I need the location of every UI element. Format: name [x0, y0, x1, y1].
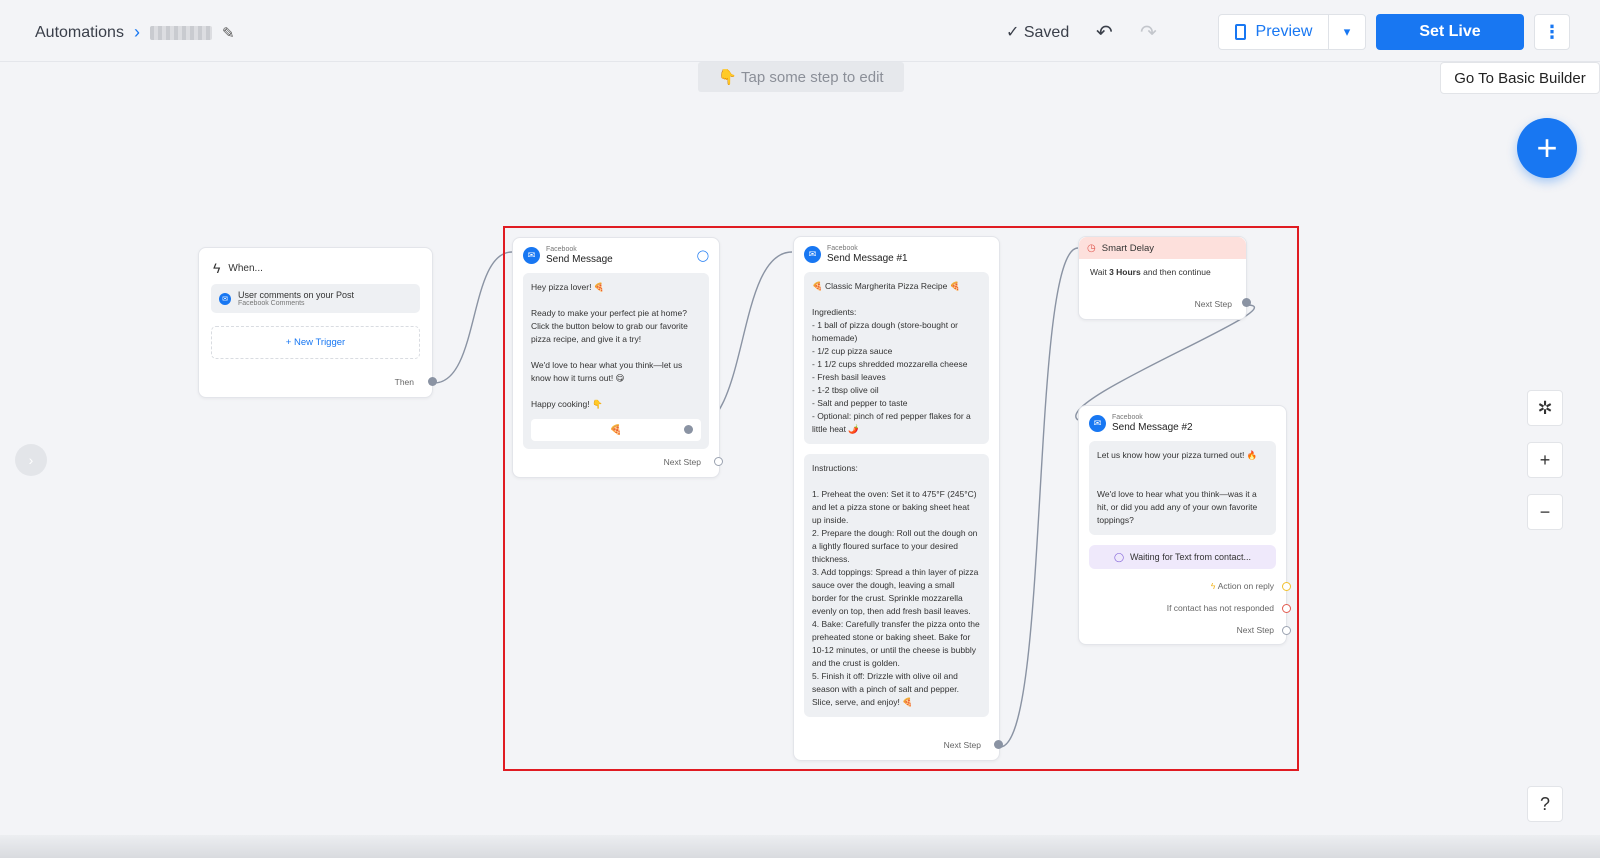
message-button[interactable]: 🍕	[531, 419, 701, 441]
action-on-reply-port[interactable]	[1282, 582, 1291, 591]
send-message-1-node[interactable]: ✉ Facebook Send Message #1 🍕 Classic Mar…	[793, 236, 1003, 761]
preview-button[interactable]: Preview	[1219, 15, 1329, 49]
redo-icon[interactable]: ↷	[1140, 20, 1157, 45]
help-icon[interactable]: ?	[1527, 786, 1563, 822]
send-message-node[interactable]: ✉ Facebook Send Message ◯ Hey pizza love…	[512, 237, 723, 478]
saved-status: ✓ Saved	[1006, 24, 1070, 41]
breadcrumb: Automations › ✎	[35, 22, 235, 43]
chevron-down-icon[interactable]: ▾	[1329, 24, 1365, 40]
then-output-port[interactable]	[428, 377, 437, 386]
comment-icon: ◯	[696, 250, 709, 262]
clock-icon: ◷	[1087, 242, 1096, 254]
waiting-for-reply-badge: ◯ Waiting for Text from contact...	[1089, 545, 1276, 569]
message-text: Hey pizza lover! 🍕 Ready to make your pe…	[523, 273, 709, 419]
undo-icon[interactable]: ↶	[1096, 20, 1113, 45]
zoom-in-button[interactable]: +	[1527, 442, 1563, 478]
trigger-item[interactable]: ✉ User comments on your Post Facebook Co…	[211, 284, 420, 313]
messenger-icon: ✉	[804, 246, 821, 263]
messenger-icon: ✉	[219, 292, 231, 305]
next-step-port[interactable]	[994, 740, 1003, 749]
messenger-icon: ✉	[523, 247, 540, 264]
preview-button-group: Preview ▾	[1218, 14, 1366, 50]
more-options-icon[interactable]: ⋮	[1534, 14, 1570, 50]
smart-delay-node[interactable]: ◷ Smart Delay Wait 3 Hours and then cont…	[1078, 236, 1251, 320]
tap-step-hint: 👇 Tap some step to edit	[698, 62, 904, 92]
zoom-out-button[interactable]: −	[1527, 494, 1563, 530]
magic-wand-icon[interactable]: ✲	[1527, 390, 1563, 426]
new-trigger-button[interactable]: + New Trigger	[211, 326, 420, 359]
chevron-right-icon: ›	[133, 22, 140, 42]
ingredients-text: 🍕 Classic Margherita Pizza Recipe 🍕 Ingr…	[804, 272, 989, 444]
go-to-basic-builder-button[interactable]: Go To Basic Builder	[1440, 62, 1600, 94]
instructions-text: Instructions: 1. Preheat the oven: Set i…	[804, 454, 989, 717]
send-message-2-node[interactable]: ✉ Facebook Send Message #2 Let us know h…	[1078, 405, 1291, 645]
set-live-button[interactable]: Set Live	[1376, 14, 1524, 50]
next-step-port[interactable]	[714, 457, 723, 466]
automation-name	[149, 25, 212, 40]
not-responded-port[interactable]	[1282, 604, 1291, 613]
phone-icon	[1234, 24, 1246, 40]
add-step-button[interactable]: +	[1517, 118, 1577, 178]
breadcrumb-automations-link[interactable]: Automations	[35, 24, 124, 42]
chat-bubble-icon: ◯	[1113, 551, 1125, 562]
next-step-port[interactable]	[1242, 298, 1251, 307]
next-step-port[interactable]	[1282, 626, 1291, 635]
edit-name-icon[interactable]: ✎	[222, 24, 235, 42]
top-bar: Automations › ✎ ✓ Saved ↶ ↷ Preview ▾ Se…	[0, 0, 1600, 62]
bottom-edge	[0, 835, 1600, 858]
expand-sidebar-button[interactable]: ›	[15, 444, 47, 476]
button-output-port[interactable]	[684, 425, 693, 434]
messenger-icon: ✉	[1089, 415, 1106, 432]
message-text: Let us know how your pizza turned out! 🔥…	[1089, 441, 1276, 535]
lightning-icon: ϟ	[1210, 581, 1216, 591]
trigger-node[interactable]: ϟ When... ✉ User comments on your Post F…	[198, 247, 437, 398]
check-icon: ✓	[1006, 24, 1020, 41]
lightning-icon: ϟ	[213, 260, 221, 276]
